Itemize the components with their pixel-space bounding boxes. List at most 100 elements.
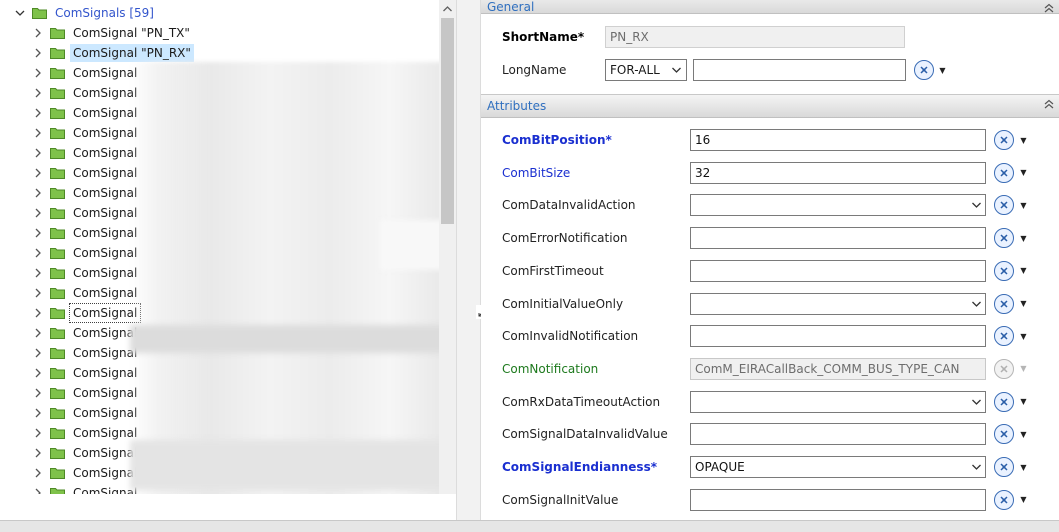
caret-down-icon[interactable]: ▼	[1019, 490, 1028, 510]
caret-down-icon[interactable]: ▼	[1019, 195, 1028, 215]
caret-down-icon[interactable]: ▼	[1019, 424, 1028, 444]
caret-down-icon[interactable]: ▼	[1019, 294, 1028, 314]
tree-item-comsignal[interactable]: ComSignal	[32, 383, 140, 403]
language-select[interactable]: FOR-ALL	[605, 59, 687, 81]
tree-item-comsignal[interactable]: ComSignal "PN_TX"	[32, 23, 193, 43]
tree-item-comsignal[interactable]: ComSignal	[32, 83, 140, 103]
chevron-right-icon[interactable]	[32, 303, 44, 323]
section-general-header[interactable]: General	[481, 0, 1059, 14]
attribute-input[interactable]	[690, 227, 986, 250]
reset-action-icon[interactable]	[994, 457, 1014, 477]
scroll-up-icon[interactable]	[439, 0, 456, 17]
tree-item-comsignal[interactable]: ComSignal	[32, 63, 140, 83]
tree-view[interactable]: ComSignals [59] ComSignal "PN_TX" ComSign…	[0, 0, 456, 494]
tree-item-comsignal[interactable]: ComSignal	[32, 323, 140, 343]
reset-action-icon[interactable]	[994, 424, 1014, 445]
reset-action-icon[interactable]	[994, 489, 1014, 510]
collapse-icon[interactable]	[1044, 99, 1056, 113]
tree-item-comsignal[interactable]: ComSignal	[32, 263, 140, 283]
attribute-input[interactable]	[690, 423, 986, 446]
chevron-right-icon[interactable]	[32, 43, 44, 63]
chevron-right-icon[interactable]	[32, 163, 44, 183]
reset-action-icon[interactable]	[994, 260, 1014, 281]
chevron-right-icon[interactable]	[32, 343, 44, 363]
attribute-input[interactable]: 32	[690, 161, 986, 184]
attribute-input[interactable]	[690, 488, 986, 511]
pane-splitter[interactable]	[456, 0, 481, 520]
attribute-select[interactable]	[690, 292, 986, 315]
collapse-icon[interactable]	[1044, 3, 1056, 17]
tree-item-comsignal[interactable]: ComSignal	[32, 463, 140, 483]
chevron-right-icon[interactable]	[32, 103, 44, 123]
chevron-right-icon[interactable]	[32, 243, 44, 263]
reset-action-icon[interactable]	[994, 195, 1014, 216]
reset-action-icon[interactable]	[994, 228, 1014, 249]
chevron-right-icon[interactable]	[32, 203, 44, 223]
reset-action-icon[interactable]	[994, 391, 1014, 412]
reset-action-icon[interactable]	[914, 60, 934, 80]
tree-item-comsignal[interactable]: ComSignal	[32, 403, 140, 423]
attribute-select[interactable]	[690, 194, 986, 217]
chevron-right-icon[interactable]	[32, 183, 44, 203]
tree-item-comsignal[interactable]: ComSignal	[32, 343, 140, 363]
tree-vertical-scrollbar[interactable]	[439, 0, 456, 494]
caret-down-icon[interactable]: ▼	[1019, 261, 1028, 281]
attribute-input[interactable]	[690, 259, 986, 282]
chevron-right-icon[interactable]	[32, 443, 44, 463]
chevron-down-icon[interactable]	[969, 197, 983, 213]
chevron-right-icon[interactable]	[32, 483, 44, 494]
tree-item-comsignal[interactable]: ComSignal	[32, 303, 142, 323]
chevron-right-icon[interactable]	[32, 463, 44, 483]
attribute-input[interactable]	[690, 325, 986, 348]
chevron-down-icon[interactable]	[14, 3, 26, 23]
tree-item-comsignal[interactable]: ComSignal	[32, 183, 140, 203]
chevron-right-icon[interactable]	[32, 283, 44, 303]
chevron-right-icon[interactable]	[32, 123, 44, 143]
tree-item-comsignal[interactable]: ComSignal	[32, 223, 140, 243]
chevron-down-icon[interactable]	[969, 394, 983, 410]
caret-down-icon[interactable]: ▼	[1019, 326, 1028, 346]
tree-item-comsignal[interactable]: ComSignal	[32, 143, 140, 163]
attribute-input[interactable]: 16	[690, 129, 986, 151]
caret-down-icon[interactable]: ▼	[1019, 392, 1028, 412]
chevron-right-icon[interactable]	[32, 403, 44, 423]
section-attributes-header[interactable]: Attributes	[481, 94, 1059, 118]
tree-item-comsignal[interactable]: ComSignal	[32, 203, 140, 223]
tree-item-comsignal[interactable]: ComSignal	[32, 423, 140, 443]
reset-action-icon[interactable]	[994, 130, 1014, 150]
chevron-right-icon[interactable]	[32, 383, 44, 403]
tree-root-comsignals[interactable]: ComSignals [59]	[14, 3, 157, 23]
scrollbar-thumb[interactable]	[441, 18, 454, 224]
tree-item-comsignal[interactable]: ComSignal	[32, 243, 140, 263]
chevron-right-icon[interactable]	[32, 23, 44, 43]
caret-down-icon[interactable]: ▼	[938, 60, 947, 80]
chevron-right-icon[interactable]	[32, 363, 44, 383]
tree-item-comsignal[interactable]: ComSignal	[32, 103, 140, 123]
caret-down-icon[interactable]: ▼	[1019, 130, 1028, 150]
chevron-right-icon[interactable]	[32, 143, 44, 163]
tree-item-comsignal[interactable]: ComSignal "PN_RX"	[32, 43, 194, 63]
caret-down-icon[interactable]: ▼	[1019, 228, 1028, 248]
longname-input[interactable]	[693, 59, 906, 81]
chevron-right-icon[interactable]	[32, 83, 44, 103]
chevron-right-icon[interactable]	[32, 423, 44, 443]
chevron-right-icon[interactable]	[32, 63, 44, 83]
tree-item-comsignal[interactable]: ComSignal	[32, 363, 140, 383]
chevron-right-icon[interactable]	[32, 323, 44, 343]
attribute-select[interactable]	[690, 390, 986, 413]
caret-down-icon[interactable]: ▼	[1019, 163, 1028, 183]
chevron-down-icon[interactable]	[969, 296, 983, 312]
attribute-select[interactable]: OPAQUE	[690, 456, 986, 478]
chevron-right-icon[interactable]	[32, 223, 44, 243]
caret-down-icon[interactable]: ▼	[1019, 457, 1028, 477]
tree-item-comsignal[interactable]: ComSignal	[32, 163, 140, 183]
reset-action-icon[interactable]	[994, 293, 1014, 314]
reset-action-icon[interactable]	[994, 162, 1014, 183]
tree-item-comsignal[interactable]: ComSignal	[32, 123, 140, 143]
chevron-down-icon[interactable]	[969, 459, 983, 475]
chevron-down-icon[interactable]	[669, 62, 683, 78]
reset-action-icon[interactable]	[994, 326, 1014, 347]
chevron-right-icon[interactable]	[32, 263, 44, 283]
tree-item-comsignal[interactable]: ComSignal	[32, 283, 140, 303]
tree-item-comsignal[interactable]: ComSignal	[32, 483, 140, 494]
